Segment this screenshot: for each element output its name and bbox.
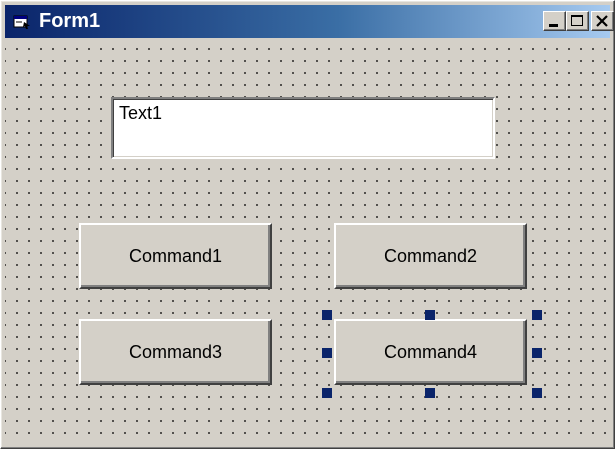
resize-handle-right[interactable]	[532, 348, 542, 358]
resize-handle-top[interactable]	[425, 310, 435, 320]
resize-handle-top-right[interactable]	[532, 310, 542, 320]
minimize-icon	[549, 24, 558, 27]
resize-handle-bottom-right[interactable]	[532, 388, 542, 398]
close-button[interactable]	[591, 11, 614, 31]
command3-button[interactable]: Command3	[79, 319, 272, 385]
close-icon	[596, 15, 608, 27]
resize-handle-left[interactable]	[322, 348, 332, 358]
resize-handle-bottom-left[interactable]	[322, 388, 332, 398]
window-title: Form1	[39, 10, 101, 32]
form-design-surface[interactable]: Text1 Command1 Command2 Command3 Command…	[5, 39, 610, 444]
resize-handle-bottom[interactable]	[425, 388, 435, 398]
command2-button[interactable]: Command2	[334, 223, 527, 289]
text1-textbox[interactable]: Text1	[111, 97, 495, 159]
form-window: Form1 Text1 Command1 Command2 Command3 C…	[0, 0, 615, 449]
title-bar[interactable]: Form1	[5, 5, 614, 38]
form-icon	[13, 15, 30, 29]
maximize-button[interactable]	[566, 11, 589, 31]
resize-handle-top-left[interactable]	[322, 310, 332, 320]
minimize-button[interactable]	[543, 11, 566, 31]
command4-button[interactable]: Command4	[334, 319, 527, 385]
maximize-icon	[571, 15, 583, 26]
command1-button[interactable]: Command1	[79, 223, 272, 289]
